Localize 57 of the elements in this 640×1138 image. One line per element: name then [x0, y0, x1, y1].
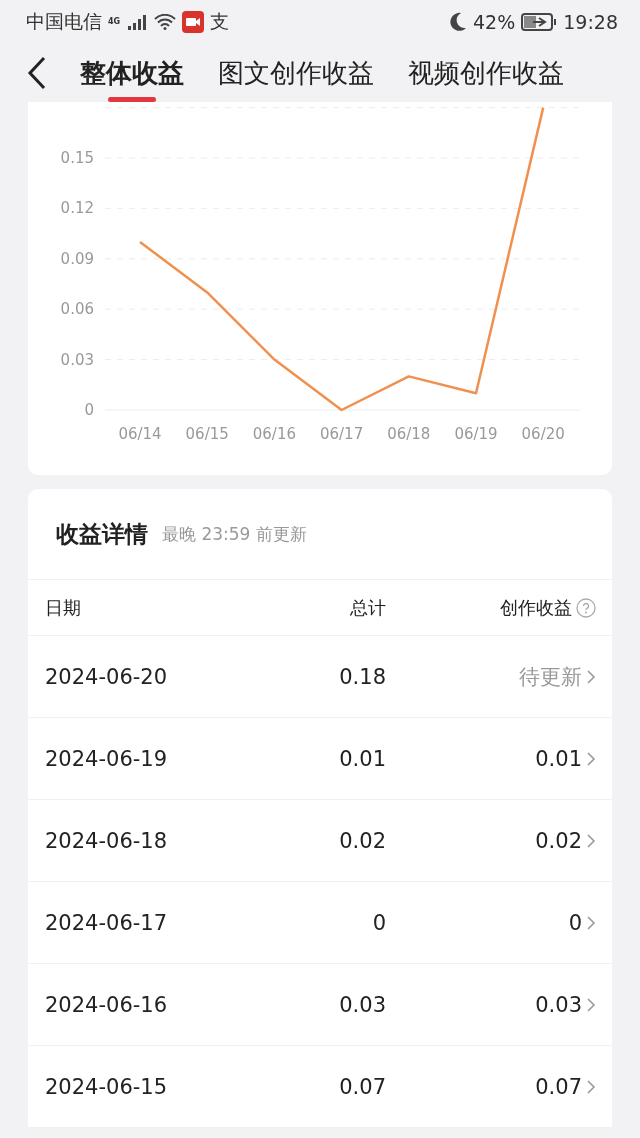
column-header: 创作收益: [500, 595, 572, 620]
chevron-right-icon[interactable]: [586, 1078, 596, 1095]
clock-time: 19:28: [563, 11, 618, 33]
total-cell: 0: [372, 910, 386, 935]
date-cell-text: 2024-06-20: [45, 664, 169, 689]
creation-earnings-cell: 0.03: [535, 992, 582, 1017]
chevron-right-icon[interactable]: [586, 668, 596, 685]
date-cell-text: 2024-06-16: [45, 992, 169, 1017]
update-note: 最晚 23:59 前更新: [162, 522, 307, 546]
total-cell: 0.01: [339, 746, 386, 771]
y-axis-label: 0.12: [60, 199, 94, 218]
total-cell: 0.02: [339, 828, 386, 853]
help-icon[interactable]: [576, 597, 596, 618]
column-header: 总计: [350, 595, 386, 620]
video-camera-icon: [182, 11, 204, 33]
y-axis-label: 0.09: [60, 249, 94, 268]
wifi-icon: [154, 14, 176, 30]
x-axis-label: 06/14: [118, 425, 162, 443]
x-axis-label: 06/16: [252, 425, 296, 443]
tab-indicator: [108, 97, 156, 102]
x-axis-label: 06/17: [320, 425, 364, 443]
creation-earnings-cell: 0.02: [535, 828, 582, 853]
x-axis-label: 06/18: [387, 425, 431, 443]
total-cell: 0.18: [339, 664, 386, 689]
chevron-right-icon[interactable]: [586, 750, 596, 767]
pending-status: 待更新: [519, 663, 582, 691]
y-axis-label: 0: [84, 401, 94, 419]
column-header: 日期: [45, 595, 82, 620]
total-cell: 0.07: [339, 1074, 386, 1099]
date-cell-text: 2024-06-15: [45, 1074, 169, 1099]
battery-percent: 42%: [473, 11, 516, 33]
creation-earnings-cell: 0: [568, 910, 582, 935]
section-title: 收益详情: [56, 519, 148, 549]
x-axis-label: 06/19: [454, 425, 498, 443]
creation-earnings-cell: 0.01: [535, 746, 582, 771]
y-axis-label: 0.15: [60, 149, 94, 167]
total-cell: 0.03: [339, 992, 386, 1017]
battery-charging-icon: [521, 13, 558, 31]
y-axis-label: 0.03: [60, 350, 94, 369]
tab[interactable]: 图文创作收益: [218, 44, 374, 102]
notification-glyph: 支: [210, 9, 229, 34]
date-cell-text: 2024-06-19: [45, 746, 169, 771]
tab[interactable]: 视频创作收益: [408, 44, 564, 102]
chevron-right-icon[interactable]: [586, 996, 596, 1013]
date-cell-text: 2024-06-17: [45, 910, 169, 935]
date-cell-text: 2024-06-18: [45, 828, 169, 853]
x-axis-label: 06/15: [185, 425, 229, 443]
creation-earnings-cell: 0.07: [535, 1074, 582, 1099]
network-type: 4G: [108, 18, 122, 26]
moon-icon: [449, 12, 467, 32]
y-axis-label: 0.06: [60, 300, 94, 319]
signal-icon: [128, 14, 148, 30]
chevron-right-icon[interactable]: [586, 832, 596, 849]
x-axis-label: 06/20: [521, 425, 565, 443]
carrier-name: 中国电信: [26, 9, 102, 34]
tab[interactable]: 整体收益: [80, 44, 184, 102]
chevron-right-icon[interactable]: [586, 914, 596, 931]
